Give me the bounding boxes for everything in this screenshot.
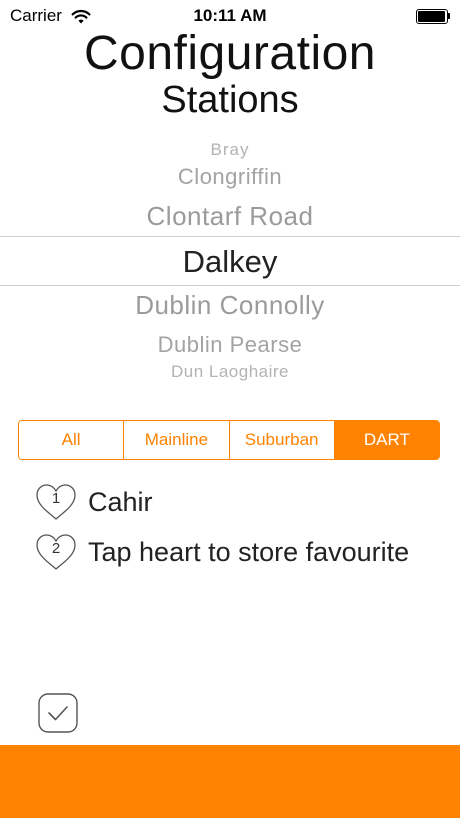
favourite-label: Cahir bbox=[88, 486, 153, 517]
clock: 10:11 AM bbox=[193, 6, 267, 25]
bottom-bar[interactable] bbox=[0, 745, 460, 818]
station-picker[interactable]: Bray Clongriffin Clontarf Road Dalkey Du… bbox=[0, 126, 460, 386]
picker-item[interactable]: Dublin Pearse bbox=[0, 331, 460, 359]
picker-selection-line-bottom bbox=[0, 285, 460, 286]
picker-item[interactable]: Clontarf Road bbox=[0, 200, 460, 232]
picker-selection-line-top bbox=[0, 236, 460, 237]
checkmark-icon bbox=[38, 693, 78, 733]
picker-item[interactable]: Bray bbox=[0, 140, 460, 160]
page-title: Configuration bbox=[83, 27, 376, 80]
favourite-number: 1 bbox=[51, 490, 61, 507]
station-type-segmented-control: All Mainline Suburban DART bbox=[18, 420, 440, 460]
favourite-row-1: 1 Cahir bbox=[34, 482, 153, 522]
battery-icon bbox=[416, 9, 450, 24]
segment-mainline[interactable]: Mainline bbox=[124, 421, 230, 459]
segment-dart[interactable]: DART bbox=[334, 421, 439, 459]
picker-item[interactable]: Dublin Connolly bbox=[0, 289, 460, 321]
segment-suburban[interactable]: Suburban bbox=[229, 421, 335, 459]
picker-item-selected[interactable]: Dalkey bbox=[0, 243, 460, 281]
page-subtitle: Stations bbox=[161, 79, 299, 121]
favourite-number: 2 bbox=[51, 540, 61, 557]
favourite-row-2: 2 Tap heart to store favourite bbox=[34, 532, 409, 572]
segment-all[interactable]: All bbox=[19, 421, 125, 459]
heart-icon[interactable]: 2 bbox=[34, 532, 78, 572]
picker-item[interactable]: Clongriffin bbox=[0, 163, 460, 191]
confirm-button[interactable] bbox=[38, 693, 78, 733]
heart-icon[interactable]: 1 bbox=[34, 482, 78, 522]
picker-item[interactable]: Dun Laoghaire bbox=[0, 362, 460, 382]
favourite-label: Tap heart to store favourite bbox=[88, 536, 410, 567]
